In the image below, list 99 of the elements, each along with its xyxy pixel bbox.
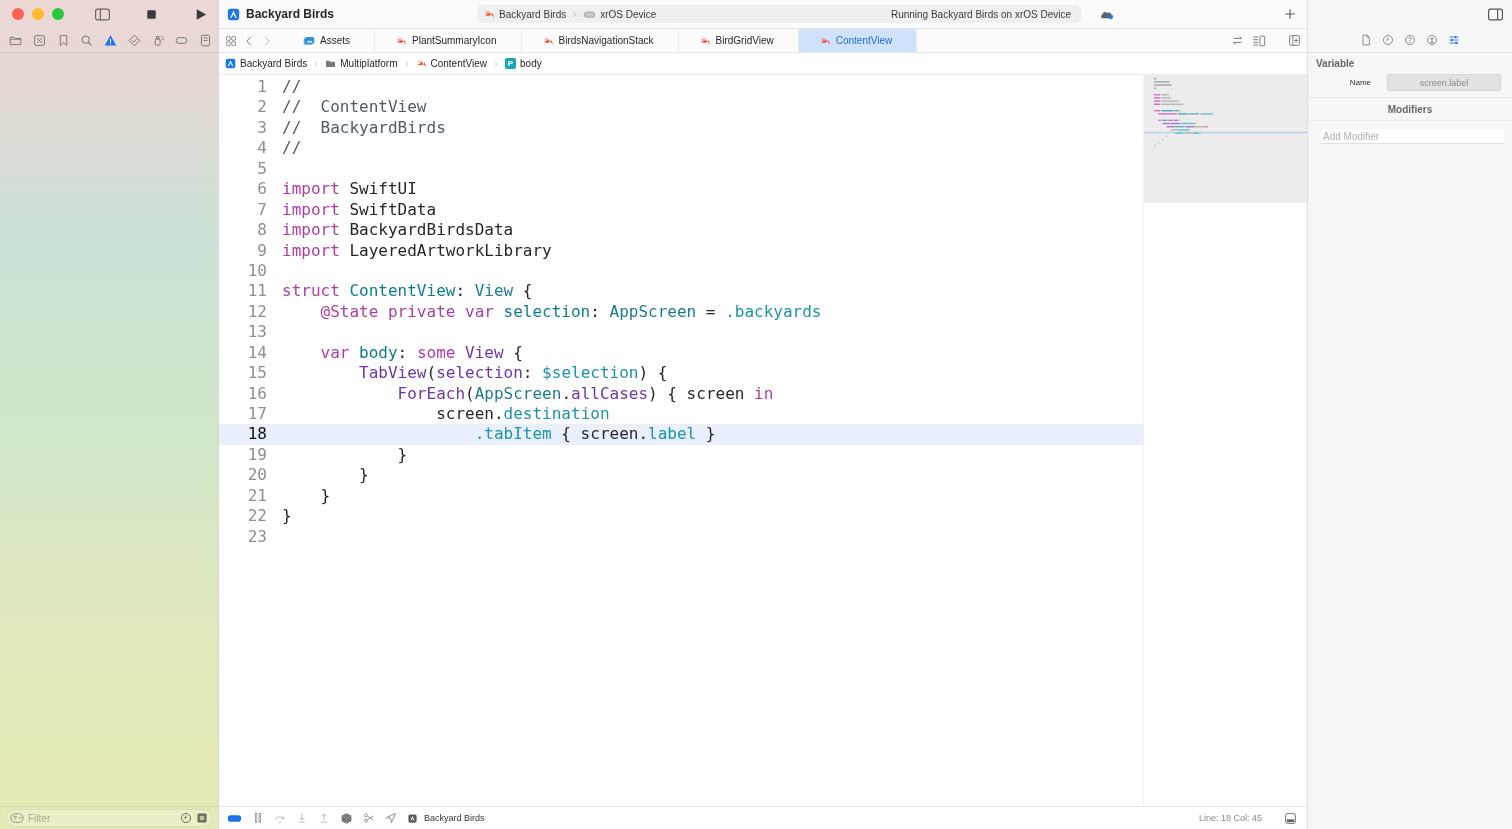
breadcrumb-item[interactable]: ContentView: [430, 58, 488, 69]
square-icon[interactable]: [196, 812, 208, 824]
x-square-icon[interactable]: [32, 33, 46, 47]
step-out-icon[interactable]: [318, 812, 330, 824]
section-title: Variable: [1315, 57, 1356, 69]
line-number: 13: [246, 322, 267, 343]
line-number: 15: [246, 363, 267, 384]
breadcrumb-item[interactable]: Backyard Birds: [240, 58, 308, 69]
line-number: 7: [256, 199, 267, 221]
code-line: //: [282, 138, 302, 159]
line-number: 12: [246, 301, 267, 323]
code-line: struct ContentView: View {: [282, 281, 533, 302]
filter-icon[interactable]: [10, 811, 24, 825]
line-number: 8: [256, 220, 267, 241]
split-editor-icon[interactable]: [1252, 33, 1266, 48]
code-line: .tabItem { screen.label }: [473, 424, 716, 445]
zoom-button[interactable]: [52, 8, 64, 20]
line-number: 4: [256, 138, 267, 159]
line-number: 11: [246, 281, 267, 302]
line-number: 5: [256, 158, 267, 180]
app-icon: [407, 812, 418, 824]
line-number: 20: [246, 465, 267, 486]
line-number: 6: [256, 179, 267, 200]
folder-icon: [325, 58, 337, 69]
console-icon[interactable]: [1284, 811, 1297, 825]
line-number: 19: [246, 444, 267, 466]
destination-name[interactable]: xrOS Device: [600, 8, 657, 20]
line-number: 23: [246, 526, 267, 548]
swap-icon[interactable]: [1231, 34, 1244, 47]
code-line: @State private var selection: AppScreen = .backyards: [319, 301, 822, 323]
editor-tab[interactable]: ContentView: [798, 29, 918, 52]
line-number: 10: [246, 260, 267, 282]
breadcrumb-item[interactable]: Multiplatform: [340, 58, 398, 69]
code-line: }: [396, 444, 408, 466]
pause-icon[interactable]: [252, 812, 264, 824]
code-line: import SwiftUI: [282, 179, 417, 200]
column-indicator: Col: 45: [1233, 813, 1262, 823]
file-icon[interactable]: [1360, 34, 1372, 46]
upload-icon[interactable]: [1426, 34, 1438, 46]
diamond-check-icon[interactable]: [127, 33, 141, 47]
line-number: 16: [246, 383, 267, 404]
line-indicator: Line: 18: [1198, 813, 1231, 823]
line-number: 22: [246, 506, 267, 527]
scheme-bar[interactable]: Backyard Birds xrOS Device Running Backyard Birds on xrOS Device: [477, 5, 1081, 23]
close-button[interactable]: [12, 8, 24, 20]
code-line: // ContentView: [282, 97, 427, 118]
line-number: 17: [246, 404, 267, 425]
editor-tab[interactable]: Assets: [283, 29, 375, 52]
warning-icon[interactable]: [104, 33, 117, 47]
code-line: //: [282, 77, 302, 98]
clock-icon[interactable]: [1382, 34, 1394, 46]
code-line: var body: some View {: [319, 342, 523, 364]
line-number: 18: [246, 424, 267, 445]
editor-tab[interactable]: PlantSummaryIcon: [375, 29, 522, 52]
add-icon[interactable]: [1283, 7, 1297, 21]
editor-tab[interactable]: BirdsNavigationStack: [521, 29, 679, 52]
document-icon[interactable]: [199, 33, 212, 47]
cube-icon[interactable]: [340, 811, 353, 825]
sliders-icon[interactable]: [1448, 34, 1460, 46]
code-line: }: [358, 465, 369, 486]
filter-field[interactable]: Filter: [6, 809, 212, 827]
window-title: Backyard Birds: [246, 7, 336, 21]
step-into-icon[interactable]: [296, 812, 308, 824]
code-line: import BackyardBirdsData: [282, 220, 514, 241]
line-number: 21: [246, 485, 267, 507]
help-icon[interactable]: [1404, 34, 1416, 46]
chevron-icon: [570, 9, 580, 19]
activity-status: Running Backyard Birds on xrOS Device: [890, 8, 1071, 20]
filter-input[interactable]: Filter: [28, 812, 176, 824]
app-icon: [227, 7, 240, 21]
breadcrumb-item[interactable]: body: [520, 58, 542, 69]
line-number: 9: [256, 240, 267, 261]
code-line: TabView(selection: $selection) {: [358, 363, 668, 384]
app-icon: [225, 58, 236, 69]
section-title: Modifiers: [1308, 98, 1512, 121]
search-icon[interactable]: [80, 33, 94, 47]
grid-icon[interactable]: [225, 34, 237, 47]
code-line: }: [319, 485, 331, 507]
line-number: 14: [246, 342, 267, 364]
field-label: Name: [1349, 78, 1371, 87]
minimap-drawing[interactable]: [1144, 75, 1307, 203]
line-number: 1: [256, 77, 267, 98]
location-icon[interactable]: [385, 812, 397, 824]
code-line: import LayeredArtworkLibrary: [282, 240, 552, 261]
line-number: 2: [256, 97, 267, 118]
code-line: }: [282, 506, 292, 527]
target-name[interactable]: Backyard Birds: [424, 813, 485, 823]
line-number: 3: [256, 117, 267, 139]
editor-tab[interactable]: BirdGridView: [678, 29, 799, 52]
add-modifier-field[interactable]: Add Modifier: [1321, 129, 1504, 144]
symbol-badge: P: [505, 58, 517, 69]
code-line: // BackyardBirds: [282, 117, 446, 139]
image-stack-icon: [303, 34, 315, 47]
clock-icon[interactable]: [180, 812, 192, 824]
code-line: screen.destination: [435, 404, 610, 425]
code-line: ForEach(AppScreen.allCases) { screen in: [396, 383, 774, 404]
code-line: import SwiftData: [282, 199, 437, 221]
scheme-name[interactable]: Backyard Birds: [499, 8, 567, 20]
add-panel-icon[interactable]: [1288, 34, 1301, 47]
